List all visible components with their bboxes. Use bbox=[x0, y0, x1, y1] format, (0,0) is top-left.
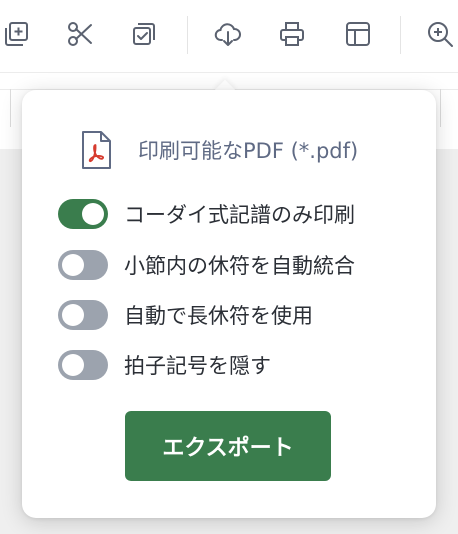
pdf-file-icon bbox=[82, 131, 111, 169]
export-format-selector[interactable]: 印刷可能なPDF (*.pdf) bbox=[80, 130, 358, 170]
download-button[interactable] bbox=[208, 14, 248, 54]
toolbar-separator bbox=[187, 16, 188, 54]
paste-button[interactable] bbox=[124, 14, 164, 54]
cloud-download-icon bbox=[214, 23, 241, 46]
option-label: コーダイ式記譜のみ印刷 bbox=[124, 203, 355, 227]
option-label: 小節内の休符を自動統合 bbox=[124, 254, 355, 278]
layout-button[interactable] bbox=[338, 14, 378, 54]
toggle-switch[interactable] bbox=[58, 199, 108, 229]
scissors-icon bbox=[68, 22, 92, 46]
divider bbox=[440, 89, 441, 127]
option-label: 自動で長休符を使用 bbox=[124, 304, 313, 328]
toggle-knob bbox=[62, 254, 84, 276]
toggle-switch[interactable] bbox=[58, 300, 108, 330]
cut-button[interactable] bbox=[60, 14, 100, 54]
zoom-in-button[interactable] bbox=[420, 14, 458, 54]
toggle-knob bbox=[62, 354, 84, 376]
zoom-in-icon bbox=[428, 22, 453, 47]
layout-icon bbox=[346, 22, 370, 46]
toggle-knob bbox=[82, 203, 104, 225]
toggle-switch[interactable] bbox=[58, 250, 108, 280]
option-hide-time-signature[interactable]: 拍子記号を隠す bbox=[58, 348, 271, 382]
print-button[interactable] bbox=[272, 14, 312, 54]
option-multi-rests[interactable]: 自動で長休符を使用 bbox=[58, 298, 313, 332]
toggle-knob bbox=[62, 304, 84, 326]
add-page-icon bbox=[5, 22, 28, 46]
copy-check-icon bbox=[133, 23, 155, 45]
option-tablature-only[interactable]: コーダイ式記譜のみ印刷 bbox=[58, 197, 355, 231]
option-label: 拍子記号を隠す bbox=[124, 354, 271, 378]
divider bbox=[10, 89, 11, 127]
printer-icon bbox=[280, 22, 304, 46]
toolbar-separator bbox=[400, 16, 401, 54]
export-button[interactable]: エクスポート bbox=[125, 411, 331, 481]
toggle-switch[interactable] bbox=[58, 350, 108, 380]
toolbar bbox=[0, 0, 458, 72]
option-merge-rests[interactable]: 小節内の休符を自動統合 bbox=[58, 248, 355, 282]
export-popover: 印刷可能なPDF (*.pdf) コーダイ式記譜のみ印刷 小節内の休符を自動統合… bbox=[22, 90, 436, 518]
export-format-label: 印刷可能なPDF (*.pdf) bbox=[138, 139, 359, 163]
add-page-button[interactable] bbox=[0, 14, 36, 54]
